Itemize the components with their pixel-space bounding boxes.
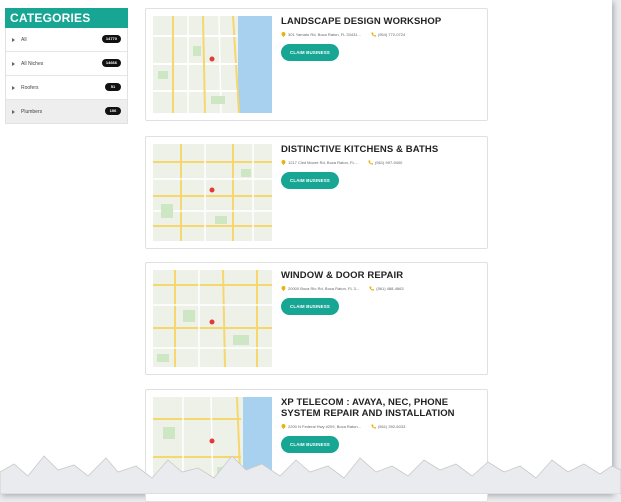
listing-address: 1217 Clint Moore Rd, Boca Raton, FL...	[288, 160, 359, 165]
category-label: Plumbers	[21, 108, 43, 115]
listing-phone[interactable]: (561) 488-4663	[376, 286, 403, 291]
category-item-all[interactable]: All 14770	[6, 28, 127, 52]
listing-title[interactable]: DISTINCTIVE KITCHENS & BATHS	[281, 144, 481, 155]
listing-title[interactable]: WINDOW & DOOR REPAIR	[281, 270, 481, 281]
category-item-plumbers[interactable]: Plumbers 106	[6, 100, 127, 123]
caret-right-icon	[12, 61, 15, 66]
category-count-badge: 14770	[101, 35, 121, 43]
category-count-badge: 51	[105, 83, 121, 91]
category-label: All	[21, 36, 27, 43]
category-count-badge: 14666	[101, 59, 121, 67]
phone-icon	[371, 32, 376, 37]
category-label: All Niches	[21, 60, 44, 67]
listing-map[interactable]	[153, 270, 272, 367]
listing-card: DISTINCTIVE KITCHENS & BATHS 1217 Clint …	[145, 136, 488, 249]
map-pin-icon	[281, 160, 286, 165]
map-pin-icon	[281, 32, 286, 37]
listing-meta: 20000 Boca Rio Rd, Boca Raton, FL 3... (…	[281, 286, 481, 291]
claim-business-button[interactable]: CLAIM BUSINESS	[281, 44, 339, 61]
listing-phone[interactable]: (954) 772-0724	[378, 32, 405, 37]
categories-header: CATEGORIES	[5, 8, 128, 28]
phone-icon	[371, 424, 376, 429]
listing-phone[interactable]: (561) 997-9400	[375, 160, 402, 165]
listing-meta: 1217 Clint Moore Rd, Boca Raton, FL... (…	[281, 160, 481, 165]
listing-card: LANDSCAPE DESIGN WORKSHOP 301 Yamato Rd,…	[145, 8, 488, 121]
listing-phone[interactable]: (561) 392-6033	[378, 424, 405, 429]
listing-title[interactable]: XP TELECOM : AVAYA, NEC, PHONE SYSTEM RE…	[281, 397, 481, 419]
category-count-badge: 106	[105, 107, 121, 115]
category-item-roofers[interactable]: Roofers 51	[6, 76, 127, 100]
claim-business-button[interactable]: CLAIM BUSINESS	[281, 298, 339, 315]
listing-map[interactable]	[153, 16, 272, 113]
listing-meta: 301 Yamato Rd, Boca Raton, FL 33431... (…	[281, 32, 481, 37]
listing-info: DISTINCTIVE KITCHENS & BATHS 1217 Clint …	[281, 144, 481, 189]
map-pin-icon	[281, 286, 286, 291]
caret-right-icon	[12, 85, 15, 90]
phone-icon	[369, 286, 375, 291]
categories-sidebar: CATEGORIES All 14770 All Niches 14666 Ro…	[5, 8, 128, 124]
category-item-all-niches[interactable]: All Niches 14666	[6, 52, 127, 76]
listing-meta: 2200 N Federal Hwy #209, Boca Raton... (…	[281, 424, 481, 429]
category-list: All 14770 All Niches 14666 Roofers 51 Pl…	[5, 28, 128, 124]
caret-right-icon	[12, 109, 15, 114]
phone-icon	[368, 160, 374, 165]
page: CATEGORIES All 14770 All Niches 14666 Ro…	[0, 0, 612, 502]
claim-business-button[interactable]: CLAIM BUSINESS	[281, 172, 339, 189]
map-pin-icon	[281, 424, 286, 429]
listing-address: 2200 N Federal Hwy #209, Boca Raton...	[288, 424, 361, 429]
listing-info: LANDSCAPE DESIGN WORKSHOP 301 Yamato Rd,…	[281, 16, 481, 61]
listing-map[interactable]	[153, 144, 272, 241]
listing-address: 20000 Boca Rio Rd, Boca Raton, FL 3...	[288, 286, 360, 291]
listing-card: WINDOW & DOOR REPAIR 20000 Boca Rio Rd, …	[145, 262, 488, 375]
caret-right-icon	[12, 37, 15, 42]
listing-address: 301 Yamato Rd, Boca Raton, FL 33431...	[288, 32, 361, 37]
listing-title[interactable]: LANDSCAPE DESIGN WORKSHOP	[281, 16, 481, 27]
category-label: Roofers	[21, 84, 39, 91]
listing-info: WINDOW & DOOR REPAIR 20000 Boca Rio Rd, …	[281, 270, 481, 315]
torn-edge-decoration	[0, 455, 621, 494]
